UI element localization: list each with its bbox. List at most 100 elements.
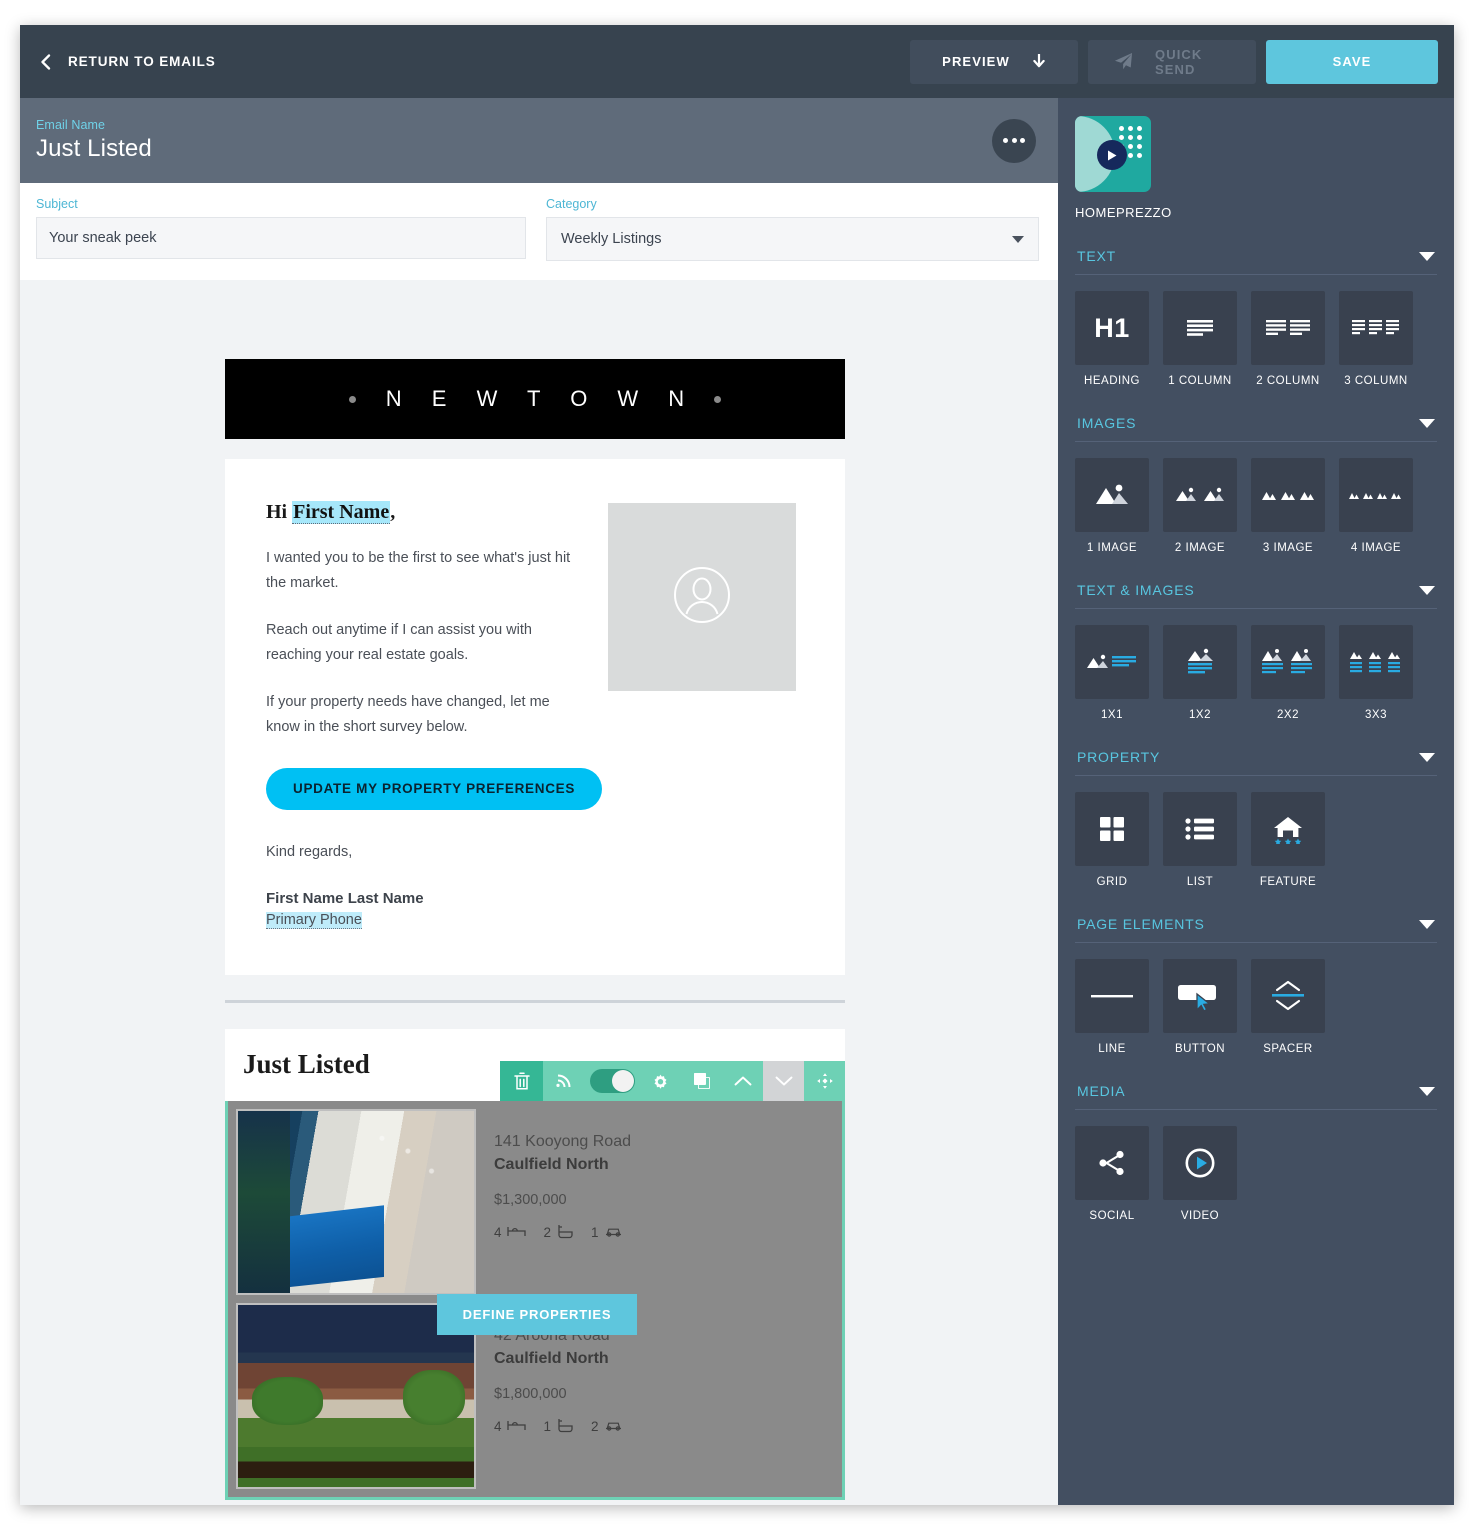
tile-label: LIST <box>1186 876 1214 888</box>
divider-line <box>225 1000 845 1004</box>
category-select[interactable]: Weekly Listings <box>546 217 1039 261</box>
tile-social[interactable]: SOCIAL <box>1075 1126 1149 1222</box>
update-preferences-button[interactable]: UPDATE MY PROPERTY PREFERENCES <box>266 767 603 810</box>
avatar-placeholder[interactable] <box>608 503 796 691</box>
spacer-icon <box>1251 959 1325 1033</box>
body-paragraph: Reach out anytime if I can assist you wi… <box>266 621 532 663</box>
car-icon <box>604 1225 623 1241</box>
chevron-up-icon[interactable] <box>722 1061 763 1102</box>
merge-tag-primary-phone[interactable]: Primary Phone <box>266 911 362 929</box>
preview-button[interactable]: PREVIEW <box>910 39 1078 84</box>
greeting-suffix: , <box>390 501 396 523</box>
body-paragraph: If your property needs have changed, let… <box>266 693 550 735</box>
rss-feed-icon[interactable] <box>543 1061 584 1102</box>
tile-1-column[interactable]: 1 COLUMN <box>1163 291 1237 387</box>
section-header[interactable]: IMAGES <box>1075 393 1437 441</box>
tile-spacer[interactable]: SPACER <box>1251 959 1325 1055</box>
caret-down-icon <box>1419 752 1435 762</box>
section-title: PROPERTY <box>1077 749 1161 765</box>
tile-feature[interactable]: FEATURE <box>1251 792 1325 888</box>
section-title: IMAGES <box>1077 415 1137 431</box>
section-title: TEXT & IMAGES <box>1077 582 1195 598</box>
toggle-switch[interactable] <box>584 1061 640 1102</box>
tile-label: HEADING <box>1084 375 1140 387</box>
brand-label: HOMEPREZZO <box>1075 205 1172 220</box>
email-canvas[interactable]: N E W T O W N Hi First Name, I wanted yo… <box>20 280 1058 1505</box>
section-header[interactable]: PAGE ELEMENTS <box>1075 894 1437 942</box>
category-field-group: Category Weekly Listings <box>546 197 1039 280</box>
save-button[interactable]: SAVE <box>1266 39 1438 84</box>
body-wrapper: Email Name Just Listed Subject Your snea… <box>20 98 1454 1505</box>
tile-label: SPACER <box>1263 1043 1313 1055</box>
section-header[interactable]: PROPERTY <box>1075 727 1437 775</box>
section-title: TEXT <box>1077 248 1116 264</box>
grid-icon <box>1075 792 1149 866</box>
section-tiles: SOCIAL VIDEO <box>1075 1110 1437 1222</box>
tile-3-column[interactable]: 3 COLUMN <box>1339 291 1413 387</box>
caret-down-icon <box>1419 919 1435 929</box>
tile-label: 2 COLUMN <box>1256 375 1320 387</box>
dot-icon <box>348 395 356 403</box>
just-listed-block[interactable]: Just Listed 141 Kooyong Road Caulfield N… <box>225 1028 845 1500</box>
subject-input[interactable]: Your sneak peek <box>36 217 526 259</box>
quick-send-button[interactable]: QUICK SEND <box>1088 39 1256 84</box>
save-label: SAVE <box>1332 54 1372 69</box>
tile-grid[interactable]: GRID <box>1075 792 1149 888</box>
tile-2-column[interactable]: 2 COLUMN <box>1251 291 1325 387</box>
property-row[interactable]: 141 Kooyong Road Caulfield North $1,300,… <box>236 1108 834 1295</box>
section-tiles: 1 IMAGE 2 IMAGE 3 IMAGE 4 IMAGE <box>1075 442 1437 554</box>
quick-send-label: QUICK SEND <box>1155 46 1203 77</box>
more-options-button[interactable] <box>992 118 1036 163</box>
tile-button[interactable]: BUTTON <box>1163 959 1237 1055</box>
property-list: 141 Kooyong Road Caulfield North $1,300,… <box>225 1100 845 1500</box>
beds-spec: 4 <box>494 1225 526 1241</box>
duplicate-icon[interactable] <box>681 1061 722 1102</box>
cars-count: 2 <box>591 1419 599 1435</box>
tile-1x1[interactable]: 1X1 <box>1075 625 1149 721</box>
tile-label: 2 IMAGE <box>1174 542 1226 554</box>
tile-video[interactable]: VIDEO <box>1163 1126 1237 1222</box>
tile-2x2[interactable]: 2X2 <box>1251 625 1325 721</box>
property-photo[interactable] <box>236 1108 476 1295</box>
email-brand-header[interactable]: N E W T O W N <box>225 359 845 439</box>
email-preview: N E W T O W N Hi First Name, I wanted yo… <box>225 359 845 1500</box>
house-stars-icon <box>1251 792 1325 866</box>
return-to-emails-button[interactable]: RETURN TO EMAILS <box>38 53 216 70</box>
tile-2-image[interactable]: 2 IMAGE <box>1163 458 1237 554</box>
section-header[interactable]: TEXT <box>1075 226 1437 274</box>
section-header[interactable]: TEXT & IMAGES <box>1075 560 1437 608</box>
tile-label: LINE <box>1098 1043 1126 1055</box>
tile-3x3[interactable]: 3X3 <box>1339 625 1413 721</box>
tile-label: 1X2 <box>1189 709 1211 721</box>
settings-gear-icon[interactable] <box>640 1061 681 1102</box>
components-sidebar[interactable]: HOMEPREZZO TEXT H1 HEADING 1 COLUMN 2 CO… <box>1058 98 1454 1505</box>
subject-field-group: Subject Your sneak peek <box>36 197 526 280</box>
email-name-value[interactable]: Just Listed <box>36 135 152 163</box>
ellipsis-icon <box>1020 138 1025 143</box>
chevron-down-icon[interactable] <box>763 1060 804 1102</box>
return-to-emails-label: RETURN TO EMAILS <box>68 54 216 69</box>
tile-1-image[interactable]: 1 IMAGE <box>1075 458 1149 554</box>
define-properties-button[interactable]: DEFINE PROPERTIES <box>437 1293 637 1335</box>
tile-3-image[interactable]: 3 IMAGE <box>1251 458 1325 554</box>
baths-spec: 2 <box>544 1224 574 1242</box>
share-icon <box>1075 1126 1149 1200</box>
tile-list[interactable]: LIST <box>1163 792 1237 888</box>
email-body-block[interactable]: Hi First Name, I wanted you to be the fi… <box>225 459 845 975</box>
caret-down-icon <box>1419 1086 1435 1096</box>
section-tiles: LINE BUTTON SPACER <box>1075 943 1437 1055</box>
merge-tag-first-name[interactable]: First Name <box>292 501 391 524</box>
tile-label: 3 IMAGE <box>1262 542 1314 554</box>
greeting-prefix: Hi <box>266 501 293 523</box>
delete-icon[interactable] <box>500 1060 543 1102</box>
dot-icon <box>714 395 722 403</box>
body-text-column: Hi First Name, I wanted you to be the fi… <box>266 501 586 740</box>
tile-label: SOCIAL <box>1089 1210 1135 1222</box>
tile-4-image[interactable]: 4 IMAGE <box>1339 458 1413 554</box>
section-header[interactable]: MEDIA <box>1075 1061 1437 1109</box>
move-icon[interactable] <box>804 1061 845 1102</box>
tile-line[interactable]: LINE <box>1075 959 1149 1055</box>
tile-1x2[interactable]: 1X2 <box>1163 625 1237 721</box>
tile-heading[interactable]: H1 HEADING <box>1075 291 1149 387</box>
tile-label: VIDEO <box>1180 1210 1220 1222</box>
